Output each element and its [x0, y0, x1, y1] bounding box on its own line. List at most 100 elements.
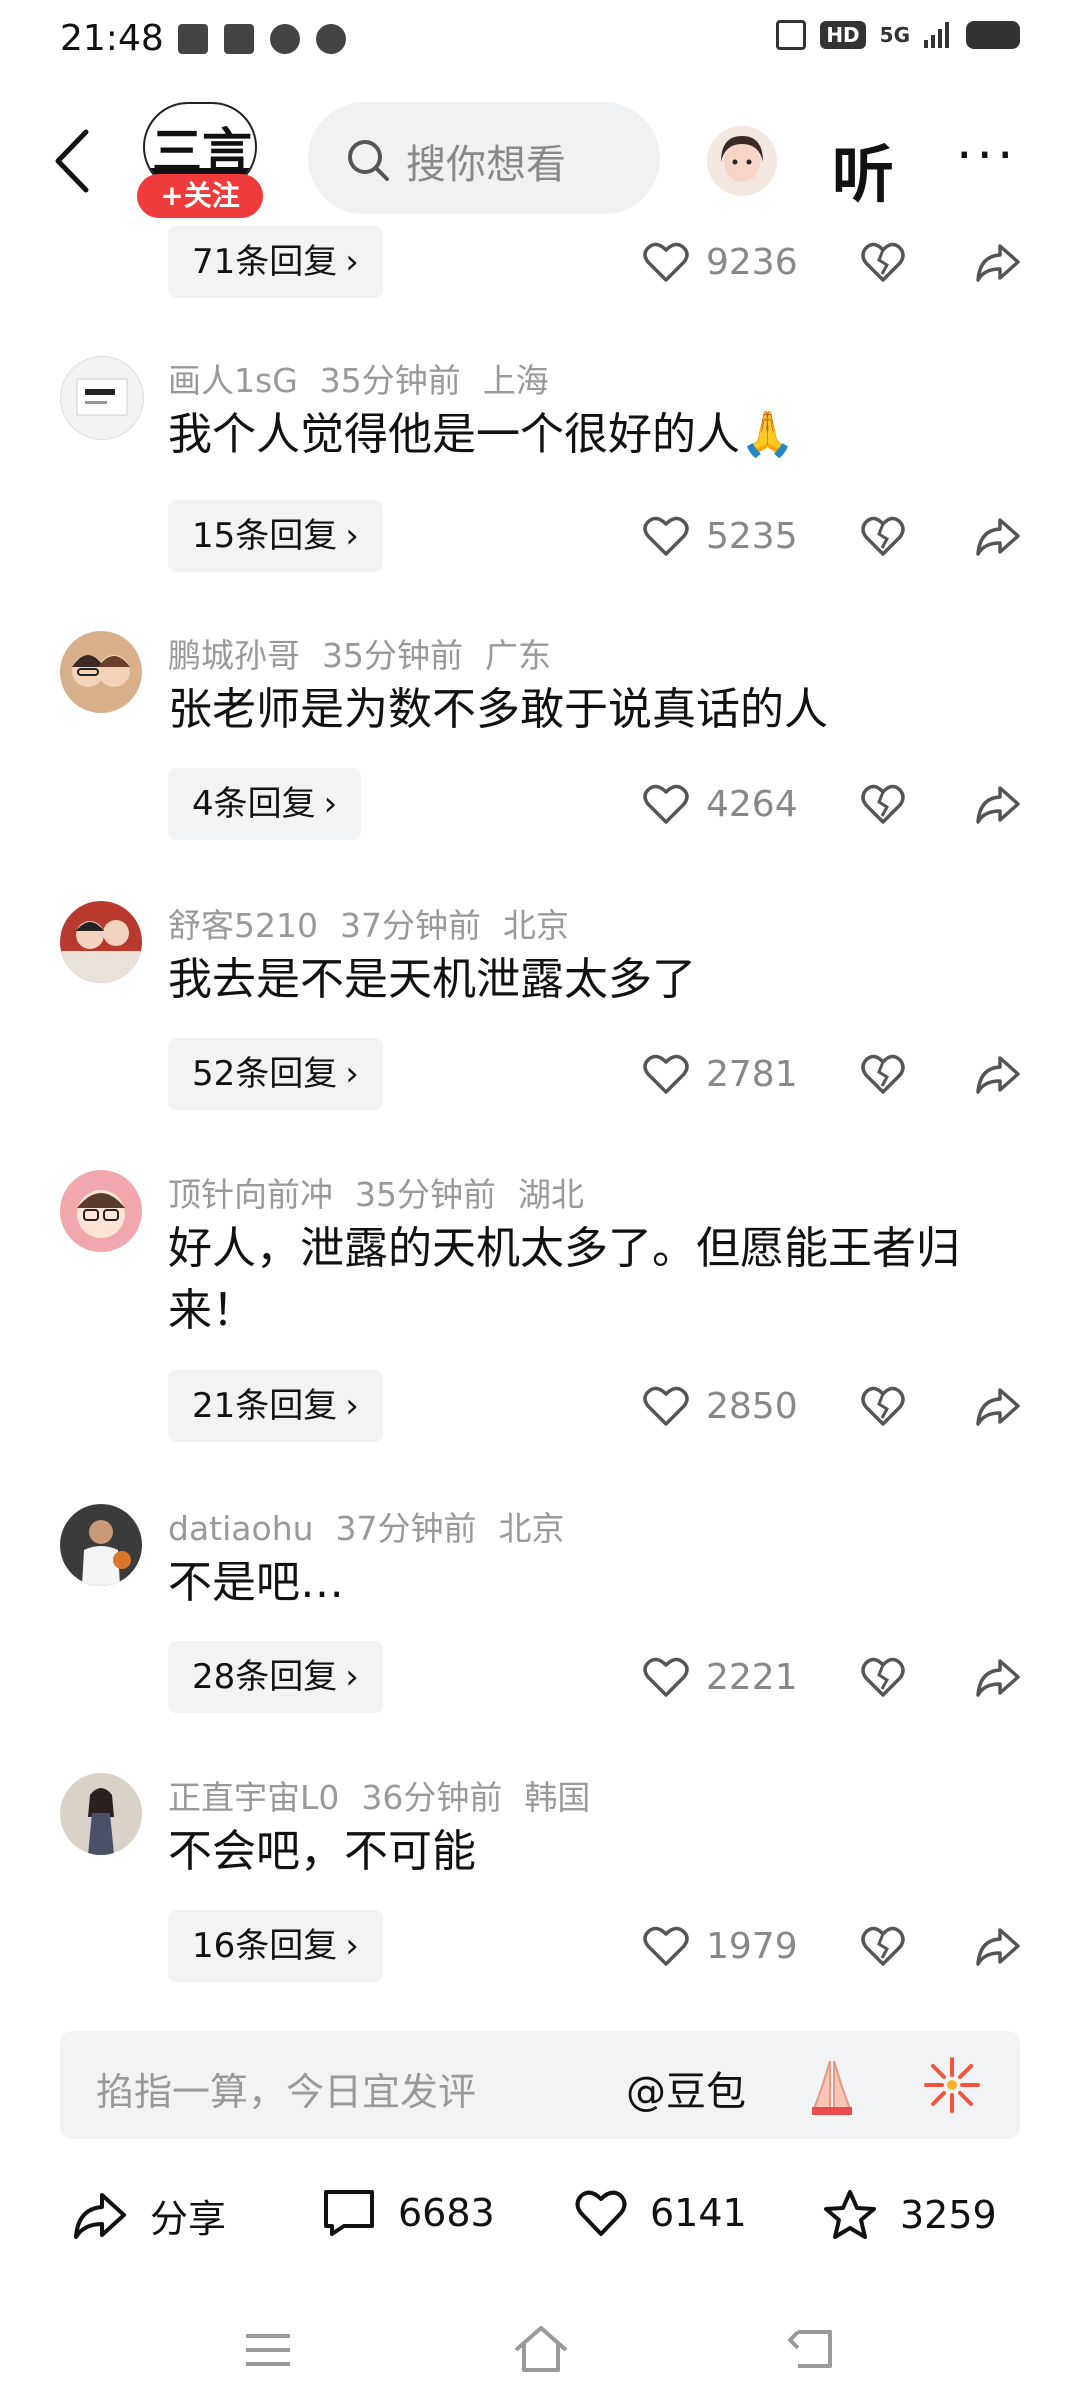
- reply-count-label: 15条回复: [192, 516, 338, 556]
- heart-icon[interactable]: [642, 514, 690, 558]
- dislike-broken-heart-icon[interactable]: [860, 1052, 906, 1096]
- comment-location: 韩国: [524, 1778, 591, 1817]
- firework-emoji-icon[interactable]: [920, 2053, 984, 2117]
- share-arrow-icon[interactable]: [974, 782, 1022, 826]
- status-time: 21:48: [60, 18, 164, 59]
- comment-time: 35分钟前: [319, 361, 461, 400]
- user-avatar[interactable]: [707, 126, 777, 196]
- heart-icon[interactable]: [642, 1655, 690, 1699]
- commenter-avatar[interactable]: [60, 1773, 142, 1855]
- share-arrow-icon[interactable]: [974, 514, 1022, 558]
- reply-count-button[interactable]: 28条回复 ›: [168, 1641, 383, 1713]
- share-label: 分享: [150, 2197, 227, 2241]
- heart-icon[interactable]: [642, 1924, 690, 1968]
- person-photo-avatar-icon: [88, 1788, 114, 1855]
- reply-count-button[interactable]: 52条回复 ›: [168, 1038, 383, 1110]
- share-action[interactable]: 分享: [72, 2188, 226, 2243]
- commenter-name[interactable]: 鹏城孙哥: [168, 636, 300, 675]
- reply-count-label: 4条回复: [192, 784, 316, 824]
- reply-count-label: 28条回复: [192, 1657, 338, 1697]
- top-header: 三言 +关注 搜你想看 听 ···: [0, 96, 1080, 226]
- commenter-name[interactable]: 舒客5210: [168, 906, 318, 945]
- cartoon-face-avatar-icon: [77, 1190, 125, 1238]
- more-button[interactable]: ···: [956, 126, 1018, 186]
- reply-count-button[interactable]: 15条回复 ›: [168, 500, 383, 572]
- commenter-avatar[interactable]: [60, 1170, 142, 1252]
- chevron-right-icon: ›: [345, 1657, 359, 1697]
- reply-count-label: 21条回复: [192, 1386, 338, 1426]
- network-label: 5G: [879, 23, 910, 47]
- bottom-action-bar: 分享 6683 6141 3259: [0, 2180, 1080, 2260]
- reply-count-button[interactable]: 4条回复 ›: [168, 768, 362, 840]
- dislike-broken-heart-icon[interactable]: [860, 240, 906, 284]
- link-icon: [316, 24, 346, 54]
- commenter-avatar[interactable]: [60, 631, 142, 713]
- comment-meta: datiaohu 37分钟前 北京: [168, 1502, 587, 1550]
- dislike-broken-heart-icon[interactable]: [860, 782, 906, 826]
- favorite-action[interactable]: 3259: [822, 2188, 997, 2242]
- dislike-broken-heart-icon[interactable]: [860, 1924, 906, 1968]
- chevron-right-icon: ›: [345, 242, 359, 282]
- comment-meta: 顶针向前冲 35分钟前 湖北: [168, 1168, 606, 1216]
- commenter-name[interactable]: datiaohu: [168, 1509, 314, 1548]
- follow-button[interactable]: +关注: [137, 174, 263, 218]
- comment-time: 37分钟前: [335, 1509, 477, 1548]
- status-notification-icons: [178, 24, 346, 54]
- comment-location: 广东: [485, 636, 551, 675]
- like-count: 5235: [706, 516, 798, 557]
- back-nav-icon[interactable]: [786, 2326, 836, 2372]
- comment-input[interactable]: 掐指一算，今日宜发评 @豆包: [60, 2031, 1020, 2139]
- search-icon: [348, 140, 389, 181]
- heart-icon[interactable]: [642, 782, 690, 826]
- like-count: 1979: [706, 1926, 798, 1967]
- comments-action[interactable]: 6683: [322, 2188, 495, 2238]
- comment-meta: 舒客5210 37分钟前 北京: [168, 899, 591, 947]
- mention-doubao-button[interactable]: @豆包: [626, 2059, 746, 2117]
- commenter-name[interactable]: 顶针向前冲: [168, 1175, 333, 1214]
- comment-text: 我个人觉得他是一个很好的人🙏: [168, 409, 795, 460]
- account-logo[interactable]: 三言 +关注: [137, 102, 263, 218]
- like-count: 9236: [706, 242, 798, 283]
- commenter-name[interactable]: 画人1sG: [168, 361, 298, 400]
- commenter-name[interactable]: 正直宇宙L0: [168, 1778, 339, 1817]
- reply-count-button[interactable]: 16条回复 ›: [168, 1910, 383, 1982]
- share-arrow-icon[interactable]: [974, 1924, 1022, 1968]
- comment-text: 张老师是为数不多敢于说真话的人: [168, 684, 828, 735]
- comment-location: 北京: [502, 906, 569, 945]
- share-arrow-icon[interactable]: [974, 240, 1022, 284]
- star-icon: [824, 2190, 876, 2239]
- comment-time: 35分钟前: [322, 636, 463, 675]
- share-arrow-icon[interactable]: [974, 1655, 1022, 1699]
- heart-icon[interactable]: [642, 240, 690, 284]
- dislike-broken-heart-icon[interactable]: [860, 514, 906, 558]
- heart-icon[interactable]: [642, 1384, 690, 1428]
- vibrate-icon: [776, 20, 807, 50]
- dislike-broken-heart-icon[interactable]: [860, 1655, 906, 1699]
- comment-text: 不会吧，不可能: [168, 1826, 476, 1877]
- menu-icon[interactable]: [244, 2330, 292, 2370]
- comment-meta: 画人1sG 35分钟前 上海: [168, 354, 571, 402]
- comment-meta: 鹏城孙哥 35分钟前 广东: [168, 629, 573, 677]
- listen-button[interactable]: 听: [832, 124, 894, 214]
- home-icon[interactable]: [512, 2324, 570, 2374]
- search-input[interactable]: 搜你想看: [308, 102, 660, 214]
- comments-count: 6683: [398, 2191, 495, 2235]
- reply-count-button[interactable]: 21条回复 ›: [168, 1370, 383, 1442]
- dislike-broken-heart-icon[interactable]: [860, 1384, 906, 1428]
- pray-emoji-icon[interactable]: [800, 2053, 864, 2117]
- share-arrow-icon[interactable]: [974, 1384, 1022, 1428]
- chevron-right-icon: ›: [345, 516, 359, 556]
- reply-count-button[interactable]: 71条回复 ›: [168, 226, 383, 298]
- like-count: 2781: [706, 1054, 798, 1095]
- heart-icon[interactable]: [642, 1052, 690, 1096]
- back-button[interactable]: [50, 126, 100, 196]
- commenter-avatar[interactable]: [60, 1504, 142, 1586]
- comment-location: 上海: [482, 361, 549, 400]
- like-count: 4264: [706, 784, 798, 825]
- system-nav-bar: [0, 2316, 1080, 2386]
- commenter-avatar[interactable]: [60, 356, 144, 440]
- toutiao-icon: [224, 24, 254, 54]
- share-arrow-icon[interactable]: [974, 1052, 1022, 1096]
- commenter-avatar[interactable]: [60, 901, 142, 983]
- like-action[interactable]: 6141: [574, 2188, 747, 2238]
